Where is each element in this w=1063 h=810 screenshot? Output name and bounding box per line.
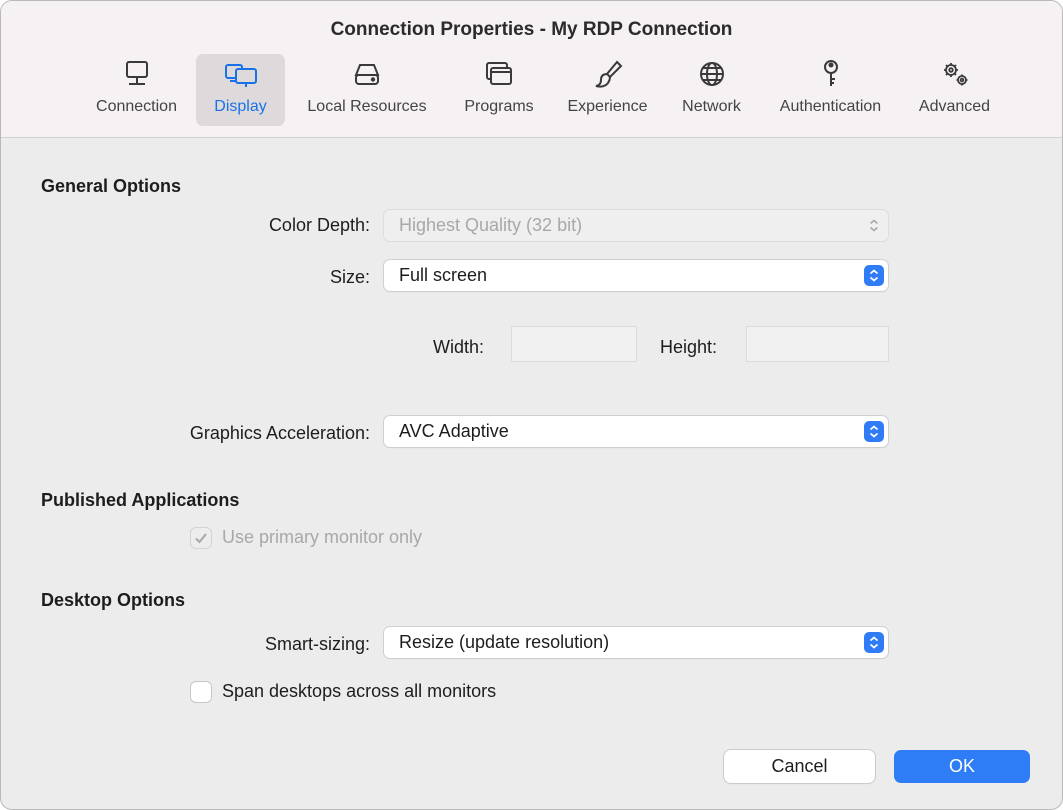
color-depth-select: Highest Quality (32 bit) (384, 210, 888, 241)
chevron-updown-icon (864, 421, 884, 442)
smart-sizing-select[interactable]: Resize (update resolution) (384, 627, 888, 658)
chevron-updown-icon (864, 632, 884, 653)
primary-monitor-label: Use primary monitor only (222, 527, 423, 547)
color-depth-label: Color Depth: (268, 215, 370, 235)
tab-programs[interactable]: Programs (453, 54, 545, 126)
globe-icon (695, 54, 729, 94)
toolbar: Connection Properties - My RDP Connectio… (1, 1, 1062, 138)
primary-monitor-checkbox (191, 528, 211, 548)
tab-network[interactable]: Network (670, 54, 753, 126)
tab-label: Experience (567, 98, 648, 115)
displays-icon (224, 54, 258, 94)
desktop-options-heading: Desktop Options (41, 590, 186, 610)
graphics-acceleration-select[interactable]: AVC Adaptive (384, 416, 888, 447)
key-icon (814, 54, 848, 94)
connection-properties-window: Connection Properties - My RDP Connectio… (0, 0, 1063, 810)
graphics-acceleration-value: AVC Adaptive (399, 421, 509, 441)
cancel-button[interactable]: Cancel (724, 750, 875, 783)
tab-display[interactable]: Display (196, 54, 285, 126)
tab-label: Connection (96, 98, 177, 115)
drive-icon (350, 54, 384, 94)
general-options-heading: General Options (41, 176, 182, 196)
chevron-updown-icon (864, 215, 884, 236)
graphics-acceleration-label: Graphics Acceleration: (189, 423, 370, 443)
smart-sizing-value: Resize (update resolution) (399, 632, 610, 652)
tab-label: Local Resources (307, 98, 427, 115)
width-label: Width: (433, 337, 485, 357)
tab-advanced[interactable]: Advanced (907, 54, 1002, 126)
tab-label: Programs (464, 98, 534, 115)
height-field (747, 327, 888, 361)
color-depth-value: Highest Quality (32 bit) (399, 215, 583, 235)
gears-icon (938, 54, 972, 94)
tab-label: Display (214, 98, 267, 115)
height-label: Height: (660, 337, 718, 357)
chevron-updown-icon (864, 265, 884, 286)
window-title: Connection Properties - My RDP Connectio… (330, 19, 733, 40)
size-label: Size: (329, 267, 370, 287)
published-applications-heading: Published Applications (41, 490, 240, 510)
span-desktops-checkbox[interactable] (191, 682, 211, 702)
span-desktops-label: Span desktops across all monitors (222, 681, 497, 701)
tab-label: Network (682, 98, 741, 115)
tab-experience[interactable]: Experience (556, 54, 659, 126)
tab-connection[interactable]: Connection (85, 54, 188, 126)
ok-button[interactable]: OK (894, 750, 1030, 783)
smart-sizing-label: Smart-sizing: (264, 634, 370, 654)
paintbrush-icon (591, 54, 625, 94)
tab-authentication[interactable]: Authentication (763, 54, 898, 126)
windows-icon (482, 54, 516, 94)
monitor-icon (120, 54, 154, 94)
size-select[interactable]: Full screen (384, 260, 888, 291)
tab-local-resources[interactable]: Local Resources (293, 54, 441, 126)
size-value: Full screen (399, 265, 488, 285)
width-field (512, 327, 636, 361)
tab-label: Advanced (918, 98, 991, 115)
tab-label: Authentication (779, 98, 882, 115)
